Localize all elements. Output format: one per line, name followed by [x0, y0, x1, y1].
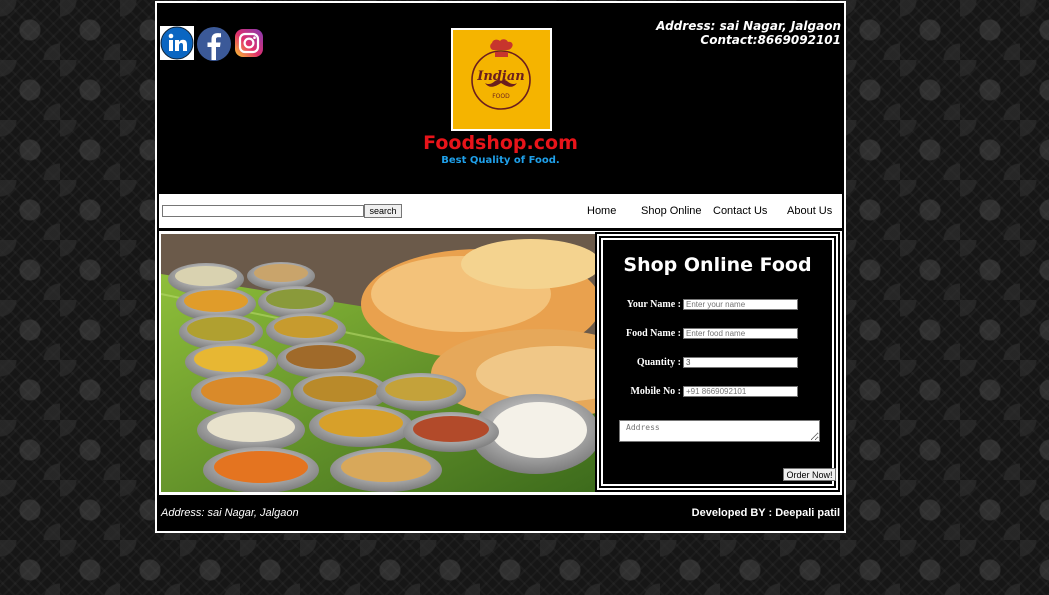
nav-shop-online[interactable]: Shop Online [641, 205, 702, 217]
linkedin-icon[interactable] [160, 26, 194, 60]
footer-developer: Developed BY : Deepali patil [691, 507, 840, 519]
nav-home[interactable]: Home [587, 205, 616, 217]
mobile-field[interactable] [683, 386, 798, 397]
header-phone: Contact:8669092101 [700, 33, 841, 47]
facebook-icon[interactable] [196, 26, 232, 62]
order-now-button[interactable]: Order Now! [783, 468, 836, 481]
search-input[interactable] [162, 205, 364, 217]
brand-tagline: Best Quality of Food. [441, 155, 560, 166]
brand-name: Foodshop.com [423, 132, 578, 154]
header-contact: Address: sai Nagar, Jalgaon Contact:8669… [656, 19, 841, 47]
footer-address: Address: sai Nagar, Jalgaon [161, 507, 299, 519]
page-frame: Address: sai Nagar, Jalgaon Contact:8669… [155, 1, 846, 533]
order-form-panel: Shop Online Food Your Name : Food Name :… [595, 232, 840, 492]
logo-subtext: FOOD [492, 93, 510, 100]
form-row-name: Your Name : [603, 299, 833, 313]
main-content: Shop Online Food Your Name : Food Name :… [159, 231, 842, 495]
logo-text: Indian [476, 69, 524, 84]
order-form: Shop Online Food Your Name : Food Name :… [601, 238, 836, 486]
instagram-icon[interactable] [233, 26, 265, 60]
quantity-field[interactable] [683, 357, 798, 368]
header-address: Address: sai Nagar, Jalgaon [656, 19, 841, 33]
address-field[interactable] [619, 420, 820, 442]
mobile-label: Mobile No : [630, 386, 681, 397]
food-thali-image [161, 234, 595, 492]
nav-about-us[interactable]: About Us [787, 205, 832, 217]
form-row-mobile: Mobile No : [603, 386, 833, 400]
food-name-label: Food Name : [626, 328, 681, 339]
name-label: Your Name : [626, 299, 681, 310]
brand-logo: Indian FOOD [451, 28, 552, 131]
order-form-title: Shop Online Food [623, 254, 812, 276]
nav-contact-us[interactable]: Contact Us [713, 205, 767, 217]
nav-bar: search Home Shop Online Contact Us About… [159, 194, 842, 228]
name-field[interactable] [683, 299, 798, 310]
search-button[interactable]: search [364, 204, 402, 218]
food-name-field[interactable] [683, 328, 798, 339]
quantity-label: Quantity : [636, 357, 681, 368]
form-row-quantity: Quantity : [603, 357, 833, 371]
form-row-food: Food Name : [603, 328, 833, 342]
